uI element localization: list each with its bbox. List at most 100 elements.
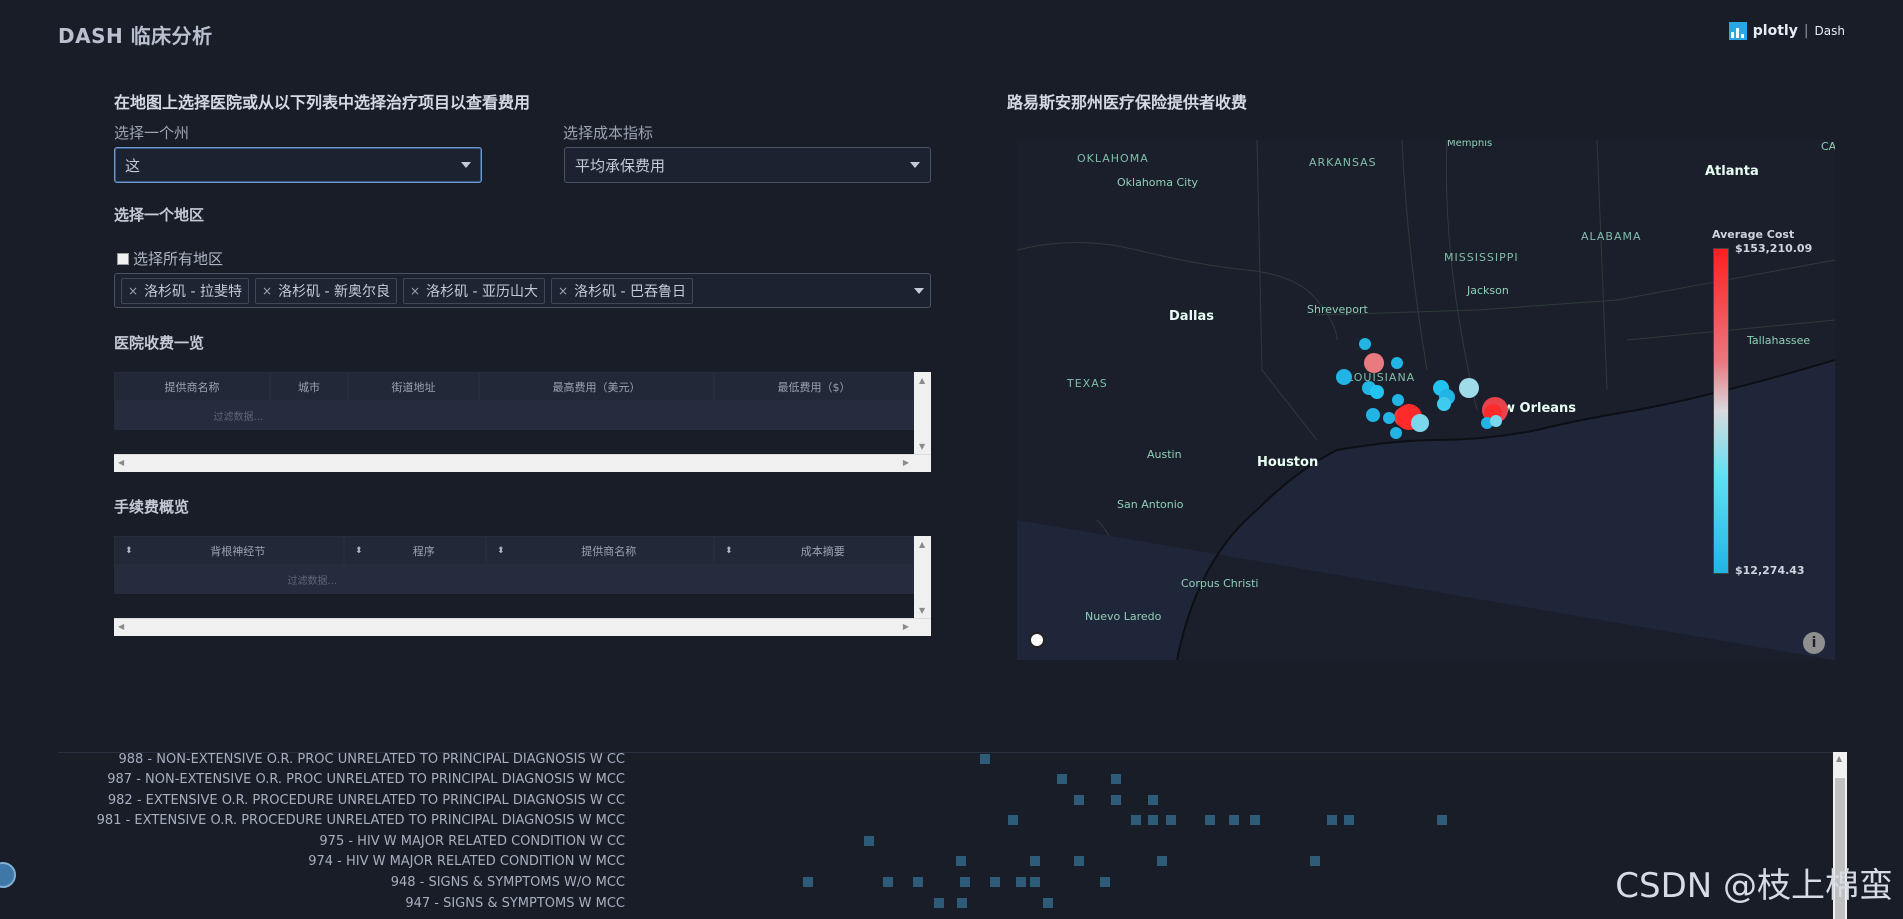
remove-icon[interactable]: × bbox=[128, 284, 138, 298]
heatmap-cell[interactable] bbox=[1344, 815, 1354, 825]
heatmap-cell[interactable] bbox=[883, 877, 893, 887]
column-header[interactable]: ⬍ 程序 bbox=[344, 536, 486, 565]
region-tag[interactable]: × 洛杉矶 - 亚历山大 bbox=[403, 277, 546, 304]
heatmap-cell[interactable] bbox=[1111, 774, 1121, 784]
horizontal-scrollbar[interactable]: ◀ ▶ bbox=[114, 618, 931, 636]
heatmap-cell[interactable] bbox=[934, 898, 944, 908]
heatmap-cell[interactable] bbox=[1074, 795, 1084, 805]
heatmap-cell[interactable] bbox=[1166, 815, 1176, 825]
info-icon[interactable]: i bbox=[1803, 632, 1825, 654]
heatmap-cell[interactable] bbox=[1327, 815, 1337, 825]
scroll-right-icon[interactable]: ▶ bbox=[903, 458, 909, 467]
column-header[interactable]: ⬍ 成本摘要 bbox=[714, 536, 914, 565]
heatmap-cell[interactable] bbox=[1229, 815, 1239, 825]
scroll-up-icon[interactable]: ▲ bbox=[919, 540, 925, 549]
filter-input[interactable]: 过滤数据... bbox=[114, 401, 270, 430]
heatmap-cell[interactable] bbox=[1100, 877, 1110, 887]
hospital-marker[interactable] bbox=[1383, 412, 1395, 424]
heatmap-cell[interactable] bbox=[960, 877, 970, 887]
heatmap-cell[interactable] bbox=[1250, 815, 1260, 825]
heatmap-cell[interactable] bbox=[913, 877, 923, 887]
column-header[interactable]: ⬍ 提供商名称 bbox=[486, 536, 714, 565]
region-tag[interactable]: × 洛杉矶 - 拉斐特 bbox=[121, 277, 250, 304]
hospital-marker[interactable] bbox=[1359, 338, 1371, 350]
heatmap-cell[interactable] bbox=[1437, 815, 1447, 825]
filter-input[interactable] bbox=[479, 401, 714, 430]
column-header[interactable]: 城市 bbox=[270, 372, 348, 401]
column-header[interactable]: 最高费用（美元） bbox=[479, 372, 714, 401]
sort-icon[interactable]: ⬍ bbox=[487, 546, 505, 556]
remove-icon[interactable]: × bbox=[262, 284, 272, 298]
heatmap-cell[interactable] bbox=[956, 856, 966, 866]
hospital-marker[interactable] bbox=[1364, 353, 1384, 373]
hospital-marker[interactable] bbox=[1336, 369, 1352, 385]
select-all-checkbox[interactable] bbox=[117, 252, 129, 265]
heatmap-cell[interactable] bbox=[1016, 877, 1026, 887]
vertical-scrollbar[interactable]: ▲ ▼ bbox=[914, 536, 931, 619]
hospital-marker[interactable] bbox=[1390, 427, 1402, 439]
sort-icon[interactable]: ⬍ bbox=[115, 546, 133, 556]
heatmap-cell[interactable] bbox=[1074, 856, 1084, 866]
heatmap-cell[interactable] bbox=[1148, 815, 1158, 825]
region-multiselect[interactable]: × 洛杉矶 - 拉斐特 × 洛杉矶 - 新奥尔良 × 洛杉矶 - 亚历山大 × 洛杉矶 … bbox=[114, 273, 931, 308]
remove-icon[interactable]: × bbox=[558, 284, 568, 298]
provider-map[interactable]: OKLAHOMA Oklahoma City ARKANSAS Memphis … bbox=[1017, 140, 1835, 660]
heatmap-cell[interactable] bbox=[957, 898, 967, 908]
mapbox-logo-icon[interactable] bbox=[1029, 632, 1045, 648]
heatmap-cell[interactable] bbox=[1205, 815, 1215, 825]
hospital-marker[interactable] bbox=[1370, 385, 1384, 399]
heatmap-cell[interactable] bbox=[864, 836, 874, 846]
heatmap-cell[interactable] bbox=[1057, 774, 1067, 784]
hospital-marker[interactable] bbox=[1392, 394, 1404, 406]
filter-input[interactable] bbox=[714, 565, 914, 594]
filter-input[interactable] bbox=[344, 565, 486, 594]
heatmap-cell[interactable] bbox=[1030, 877, 1040, 887]
sort-icon[interactable]: ⬍ bbox=[715, 546, 733, 556]
region-tag[interactable]: × 洛杉矶 - 巴吞鲁日 bbox=[551, 277, 694, 304]
filter-input[interactable]: 过滤数据... bbox=[114, 565, 344, 594]
heatmap-cell[interactable] bbox=[1157, 856, 1167, 866]
scroll-up-icon[interactable]: ▲ bbox=[919, 376, 925, 385]
remove-icon[interactable]: × bbox=[410, 284, 420, 298]
scroll-left-icon[interactable]: ◀ bbox=[118, 622, 124, 631]
heatmap-cell[interactable] bbox=[1148, 795, 1158, 805]
heatmap-cell[interactable] bbox=[1111, 795, 1121, 805]
cost-metric-dropdown[interactable]: 平均承保费用 bbox=[564, 147, 931, 183]
plotly-dash-logo[interactable]: plotly | Dash bbox=[1728, 22, 1845, 40]
heatmap-cell[interactable] bbox=[1030, 856, 1040, 866]
column-header[interactable]: 最低费用（$） bbox=[714, 372, 914, 401]
scroll-down-icon[interactable]: ▼ bbox=[919, 442, 925, 451]
horizontal-scrollbar[interactable]: ◀ ▶ bbox=[114, 454, 931, 472]
heatmap-row-label: 974 - HIV W MAJOR RELATED CONDITION W MC… bbox=[308, 854, 625, 869]
filter-input[interactable] bbox=[486, 565, 714, 594]
heatmap-cell[interactable] bbox=[1131, 815, 1141, 825]
column-header[interactable]: 街道地址 bbox=[348, 372, 479, 401]
scroll-down-icon[interactable]: ▼ bbox=[919, 606, 925, 615]
sort-icon[interactable]: ⬍ bbox=[345, 546, 363, 556]
column-header[interactable]: ⬍ 背根神经节 bbox=[114, 536, 344, 565]
hospital-marker[interactable] bbox=[1459, 378, 1479, 398]
scroll-up-icon[interactable]: ▲ bbox=[1836, 754, 1842, 763]
hospital-marker[interactable] bbox=[1391, 357, 1403, 369]
filter-input[interactable] bbox=[270, 401, 348, 430]
heatmap-cell[interactable] bbox=[980, 754, 990, 764]
hospital-marker[interactable] bbox=[1437, 397, 1451, 411]
scroll-right-icon[interactable]: ▶ bbox=[903, 622, 909, 631]
filter-input[interactable] bbox=[714, 401, 914, 430]
heatmap-cell[interactable] bbox=[990, 877, 1000, 887]
heatmap-cell[interactable] bbox=[1043, 898, 1053, 908]
hospital-marker[interactable] bbox=[1366, 408, 1380, 422]
heatmap-cell[interactable] bbox=[1008, 815, 1018, 825]
logo-separator: | bbox=[1803, 23, 1809, 39]
hospital-marker[interactable] bbox=[1490, 415, 1502, 427]
select-all-regions[interactable]: 选择所有地区 bbox=[117, 248, 223, 269]
heatmap-cell[interactable] bbox=[803, 877, 813, 887]
filter-input[interactable] bbox=[348, 401, 479, 430]
state-dropdown[interactable]: 这 bbox=[114, 147, 482, 183]
region-tag[interactable]: × 洛杉矶 - 新奥尔良 bbox=[255, 277, 398, 304]
scroll-left-icon[interactable]: ◀ bbox=[118, 458, 124, 467]
column-header[interactable]: 提供商名称 bbox=[114, 372, 270, 401]
heatmap-cell[interactable] bbox=[1310, 856, 1320, 866]
hospital-marker[interactable] bbox=[1411, 414, 1429, 432]
vertical-scrollbar[interactable]: ▲ ▼ bbox=[914, 372, 931, 455]
